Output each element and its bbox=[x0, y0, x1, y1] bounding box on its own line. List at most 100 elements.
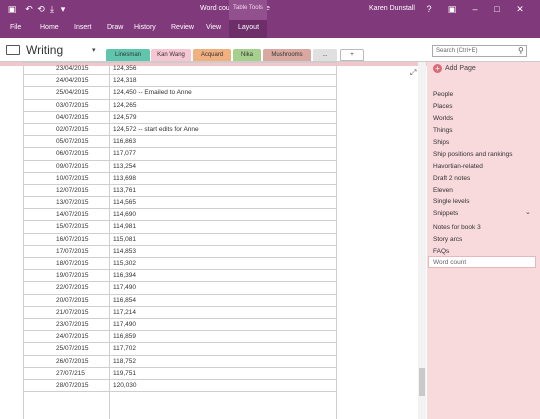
date-cell[interactable]: 23/07/2015 bbox=[56, 321, 89, 328]
table-row[interactable]: 21/07/2015 117,214 bbox=[23, 307, 337, 319]
date-cell[interactable]: 24/07/2015 bbox=[56, 333, 89, 340]
date-cell[interactable]: 18/07/2015 bbox=[56, 260, 89, 267]
page-item[interactable]: Places bbox=[433, 103, 453, 110]
page-item[interactable]: Eleven bbox=[433, 187, 453, 194]
search-icon[interactable]: ⚲ bbox=[518, 46, 524, 55]
page-item[interactable]: FAQs bbox=[433, 248, 449, 255]
count-cell[interactable]: 113,254 bbox=[113, 163, 136, 170]
count-cell[interactable]: 124,265 bbox=[113, 102, 137, 109]
date-cell[interactable]: 17/07/2015 bbox=[56, 248, 89, 255]
table-row[interactable]: 17/07/2015 114,853 bbox=[23, 246, 337, 258]
table-row[interactable]: 23/04/2015 124,356 bbox=[23, 63, 337, 76]
add-section-button[interactable]: + bbox=[340, 49, 364, 61]
date-cell[interactable]: 27/07/215 bbox=[56, 370, 85, 377]
count-cell[interactable]: 113,698 bbox=[113, 175, 136, 182]
table-row[interactable]: 15/07/2015 114,981 bbox=[23, 221, 337, 234]
count-cell[interactable]: 117,490 bbox=[113, 284, 136, 291]
section-tab-mushrooms[interactable]: Mushrooms bbox=[263, 49, 311, 61]
table-row[interactable]: 23/07/2015 117,490 bbox=[23, 319, 337, 332]
customize-qat-icon[interactable]: ▾ bbox=[57, 3, 69, 15]
count-cell[interactable]: 117,702 bbox=[113, 345, 136, 352]
date-cell[interactable]: 09/07/2015 bbox=[56, 163, 89, 170]
count-cell[interactable]: 120,030 bbox=[113, 382, 137, 389]
date-cell[interactable]: 12/07/2015 bbox=[56, 187, 89, 194]
search-input[interactable]: Search (Ctrl+E) bbox=[432, 45, 527, 57]
page-item[interactable]: People bbox=[433, 91, 453, 98]
tab-history[interactable]: History bbox=[134, 24, 156, 31]
tab-layout[interactable]: Layout bbox=[238, 24, 259, 31]
page-item[interactable]: Draft 2 notes bbox=[433, 175, 470, 182]
date-cell[interactable]: 24/04/2015 bbox=[56, 77, 89, 84]
date-cell[interactable]: 23/04/2015 bbox=[56, 65, 89, 72]
notebook-dropdown-icon[interactable]: ▾ bbox=[92, 46, 96, 54]
page-scrollbar-thumb[interactable] bbox=[419, 368, 425, 396]
full-page-view-icon[interactable]: ⤢ bbox=[410, 68, 416, 78]
ribbon-display-icon[interactable]: ▣ bbox=[445, 2, 459, 16]
count-cell[interactable]: 116,394 bbox=[113, 272, 136, 279]
tab-review[interactable]: Review bbox=[171, 24, 194, 31]
section-tab-linesman[interactable]: Linesman bbox=[106, 49, 150, 61]
count-cell[interactable]: 114,853 bbox=[113, 248, 136, 255]
table-row[interactable]: 24/07/2015 116,859 bbox=[23, 331, 337, 344]
table-row[interactable]: 25/07/2015 117,702 bbox=[23, 343, 337, 356]
date-cell[interactable]: 16/07/2015 bbox=[56, 236, 89, 243]
date-cell[interactable]: 22/07/2015 bbox=[56, 284, 89, 291]
table-row[interactable]: 14/07/2015 114,690 bbox=[23, 209, 337, 222]
table-row[interactable]: 19/07/2015 116,394 bbox=[23, 270, 337, 283]
count-cell[interactable]: 117,214 bbox=[113, 309, 136, 316]
page-item[interactable]: Worlds bbox=[433, 115, 453, 122]
date-cell[interactable]: 05/07/2015 bbox=[56, 138, 89, 145]
page-item[interactable]: Story arcs bbox=[433, 236, 462, 243]
count-cell[interactable]: 124,450 -- Emailed to Anne bbox=[113, 89, 192, 96]
add-page-button[interactable]: Add Page bbox=[445, 65, 476, 72]
count-cell[interactable]: 113,761 bbox=[113, 187, 136, 194]
page-item[interactable]: Single levels bbox=[433, 198, 470, 205]
table-row[interactable]: 16/07/2015 115,081 bbox=[23, 234, 337, 246]
date-cell[interactable]: 15/07/2015 bbox=[56, 223, 89, 230]
table-row[interactable]: 28/07/2015 120,030 bbox=[23, 380, 337, 393]
help-button[interactable]: ? bbox=[422, 2, 436, 16]
table-row[interactable]: 02/07/2015 124,572 -- start edits for Ann… bbox=[23, 124, 337, 137]
minimize-icon[interactable]: – bbox=[468, 2, 482, 16]
count-cell[interactable]: 124,579 bbox=[113, 114, 137, 121]
tab-view[interactable]: View bbox=[206, 24, 221, 31]
date-cell[interactable]: 13/07/2015 bbox=[56, 199, 89, 206]
tab-draw[interactable]: Draw bbox=[107, 24, 123, 31]
table-row[interactable]: 09/07/2015 113,254 bbox=[23, 161, 337, 173]
page-scrollbar[interactable] bbox=[418, 62, 426, 419]
page-item-selected[interactable]: Word count bbox=[433, 259, 466, 266]
date-cell[interactable]: 25/04/2015 bbox=[56, 89, 89, 96]
table-row[interactable]: 03/07/2015 124,265 bbox=[23, 100, 337, 112]
table-row[interactable]: 13/07/2015 114,565 bbox=[23, 197, 337, 210]
table-row[interactable]: 06/07/2015 117,077 bbox=[23, 148, 337, 161]
date-cell[interactable]: 03/07/2015 bbox=[56, 102, 89, 109]
page-item[interactable]: Things bbox=[433, 127, 453, 134]
count-cell[interactable]: 116,854 bbox=[113, 297, 136, 304]
date-cell[interactable]: 14/07/2015 bbox=[56, 211, 89, 218]
count-cell[interactable]: 124,356 bbox=[113, 65, 137, 72]
table-row[interactable]: 10/07/2015 113,698 bbox=[23, 173, 337, 185]
page-item[interactable]: Ships bbox=[433, 139, 449, 146]
count-cell[interactable]: 118,752 bbox=[113, 358, 136, 365]
page-item[interactable]: Snippets bbox=[433, 210, 458, 217]
date-cell[interactable]: 04/07/2015 bbox=[56, 114, 89, 121]
count-cell[interactable]: 117,077 bbox=[113, 150, 136, 157]
count-cell[interactable]: 117,490 bbox=[113, 321, 136, 328]
table-row[interactable]: 12/07/2015 113,761 bbox=[23, 185, 337, 198]
date-cell[interactable]: 20/07/2015 bbox=[56, 297, 89, 304]
table-row[interactable]: 24/04/2015 124,318 bbox=[23, 75, 337, 88]
table-row[interactable]: 18/07/2015 115,302 bbox=[23, 258, 337, 271]
count-cell[interactable]: 116,859 bbox=[113, 333, 136, 340]
date-cell[interactable]: 06/07/2015 bbox=[56, 150, 89, 157]
count-cell[interactable]: 114,981 bbox=[113, 223, 136, 230]
count-cell[interactable]: 115,081 bbox=[113, 236, 136, 243]
date-cell[interactable]: 28/07/2015 bbox=[56, 382, 89, 389]
close-icon[interactable]: ✕ bbox=[513, 2, 527, 16]
table-row[interactable]: 25/04/2015 124,450 -- Emailed to Anne bbox=[23, 87, 337, 100]
count-cell[interactable]: 114,690 bbox=[113, 211, 136, 218]
back-icon[interactable]: ↶ bbox=[23, 3, 35, 15]
section-tab-kan-wang[interactable]: Kan Wang bbox=[151, 49, 191, 61]
maximize-icon[interactable]: □ bbox=[490, 2, 504, 16]
count-cell[interactable]: 124,572 -- start edits for Anne bbox=[113, 126, 199, 133]
date-cell[interactable]: 26/07/2015 bbox=[56, 358, 89, 365]
